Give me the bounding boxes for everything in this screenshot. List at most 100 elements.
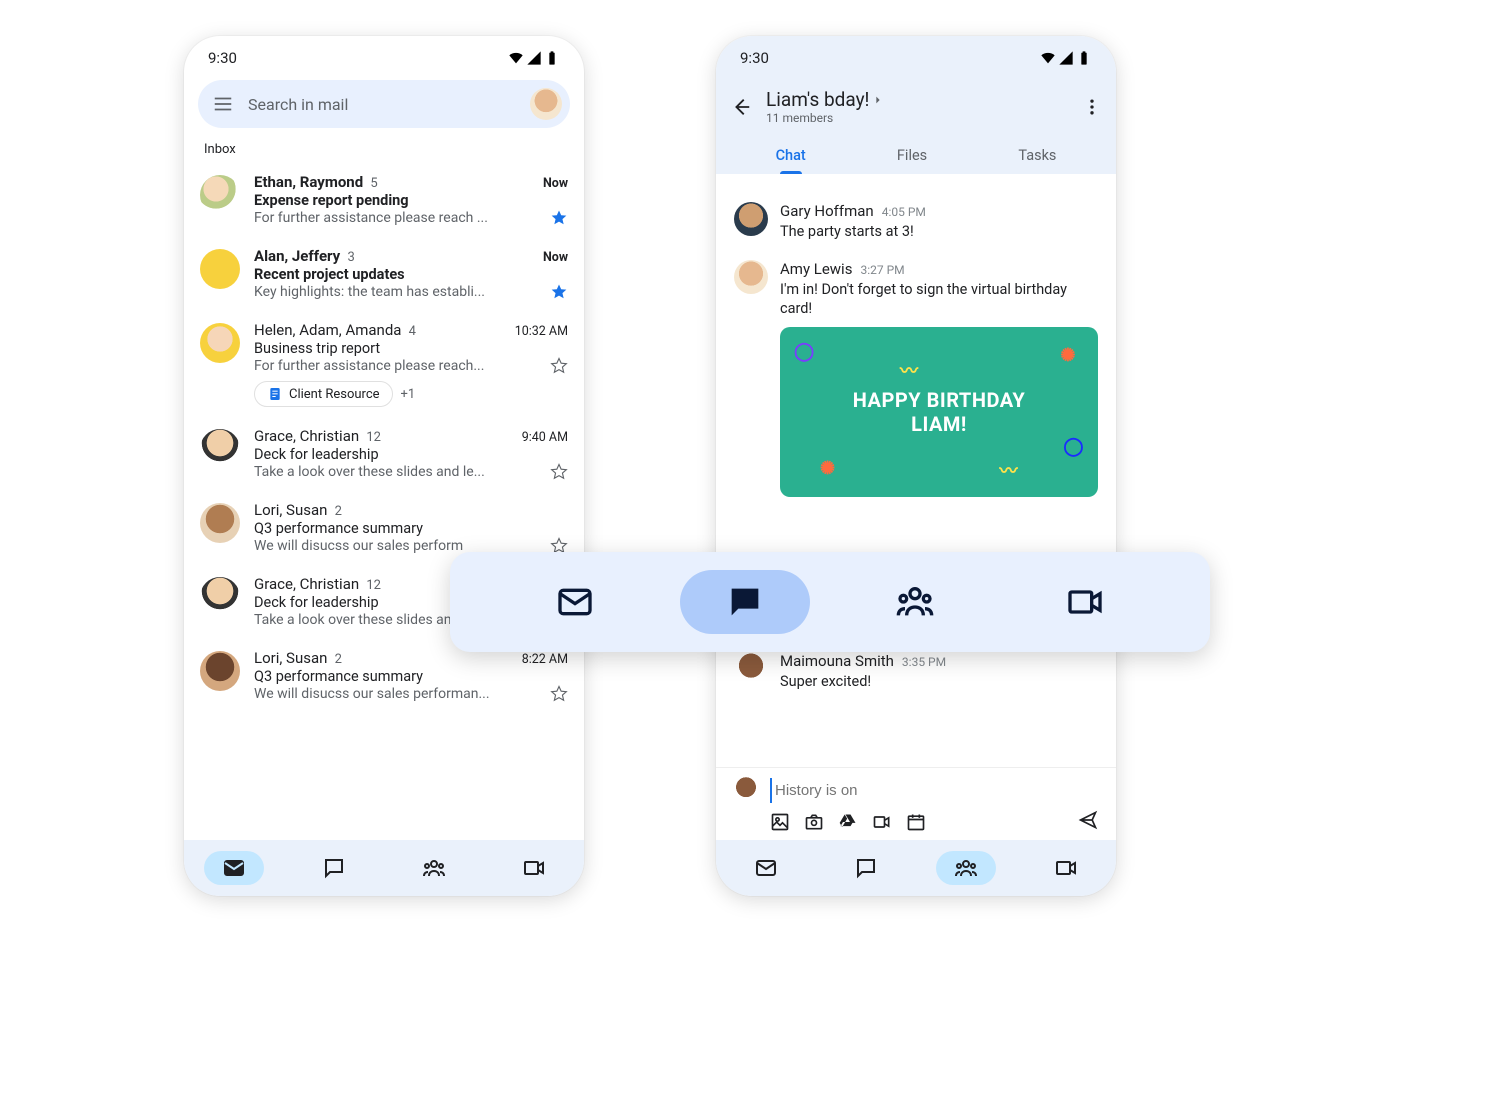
mail-subject: Q3 performance summary	[254, 668, 568, 685]
chat-header: Liam's bday! 11 members Chat Files Tasks	[716, 80, 1116, 174]
camera-icon[interactable]	[804, 812, 824, 832]
sender-avatar	[200, 503, 240, 543]
image-icon[interactable]	[770, 812, 790, 832]
sender-avatar	[200, 577, 240, 617]
video-icon	[1054, 856, 1078, 880]
mail-item[interactable]: Grace, Christian 12 9:40 AM Deck for lea…	[184, 417, 584, 491]
video-attach-icon[interactable]	[872, 812, 892, 832]
mail-snippet: We will disucss our sales performan...	[254, 686, 550, 702]
nav-mail[interactable]	[204, 851, 264, 885]
mail-subject: Q3 performance summary	[254, 520, 568, 537]
mail-subject: Recent project updates	[254, 266, 568, 283]
float-nav-chat[interactable]	[680, 570, 810, 634]
chat-message[interactable]: Gary Hoffman 4:05 PM The party starts at…	[734, 202, 1098, 242]
nav-meet[interactable]	[504, 851, 564, 885]
bottom-nav	[716, 840, 1116, 896]
float-nav-spaces[interactable]	[850, 570, 980, 634]
star-filled-icon[interactable]	[550, 209, 568, 227]
wifi-icon	[508, 50, 524, 66]
mail-senders: Lori, Susan 2	[254, 501, 342, 519]
tab-chat[interactable]: Chat	[772, 139, 810, 174]
chat-message[interactable]: Amy Lewis 3:27 PM I'm in! Don't forget t…	[734, 260, 1098, 497]
nav-chat[interactable]	[836, 851, 896, 885]
mail-senders: Ethan, Raymond 5	[254, 173, 378, 191]
message-avatar	[734, 202, 768, 236]
mail-icon	[754, 856, 778, 880]
account-avatar[interactable]	[530, 88, 562, 120]
inbox-list: Ethan, Raymond 5 Now Expense report pend…	[184, 163, 584, 840]
star-outline-icon[interactable]	[550, 357, 568, 375]
message-text: The party starts at 3!	[780, 222, 1098, 242]
attachment-chip[interactable]: Client Resource	[254, 381, 393, 407]
tab-tasks[interactable]: Tasks	[1014, 139, 1060, 174]
mail-snippet: Take a look over these slides and le...	[254, 464, 550, 480]
video-icon	[1065, 582, 1105, 622]
bottom-nav	[184, 840, 584, 896]
mail-time: Now	[543, 176, 568, 191]
send-button[interactable]	[1078, 810, 1098, 834]
mail-snippet: Key highlights: the team has establi...	[254, 284, 550, 300]
sender-avatar	[200, 323, 240, 363]
nav-spaces[interactable]	[404, 851, 464, 885]
mail-time: 8:22 AM	[522, 652, 568, 667]
message-sender: Amy Lewis	[780, 260, 852, 278]
birthday-card[interactable]: ◯ ✺ ✺ ◯ 〰 〰 HAPPY BIRTHDAYLIAM!	[780, 327, 1098, 497]
mail-icon	[222, 856, 246, 880]
wifi-icon	[1040, 50, 1056, 66]
docs-icon	[267, 386, 283, 402]
more-icon[interactable]	[1082, 97, 1102, 117]
nav-mail[interactable]	[736, 851, 796, 885]
chat-title-area[interactable]: Liam's bday! 11 members	[766, 88, 1068, 125]
sender-avatar	[200, 429, 240, 469]
sender-avatar	[200, 175, 240, 215]
video-icon	[522, 856, 546, 880]
chat-subtitle: 11 members	[766, 111, 1068, 125]
chat-message[interactable]: Maimouna Smith 3:35 PM Super excited!	[734, 652, 1098, 692]
menu-icon[interactable]	[212, 93, 234, 115]
back-icon[interactable]	[730, 96, 752, 118]
message-sender: Gary Hoffman	[780, 202, 874, 220]
nav-chat[interactable]	[304, 851, 364, 885]
status-time: 9:30	[740, 49, 769, 67]
mail-senders: Helen, Adam, Amanda 4	[254, 321, 416, 339]
star-outline-icon[interactable]	[550, 463, 568, 481]
attachment-more[interactable]: +1	[401, 387, 416, 402]
mail-senders: Grace, Christian 12	[254, 427, 381, 445]
people-icon	[954, 856, 978, 880]
mail-item[interactable]: Helen, Adam, Amanda 4 10:32 AM Business …	[184, 311, 584, 417]
chat-icon	[322, 856, 346, 880]
compose-input[interactable]	[770, 778, 1100, 803]
calendar-icon[interactable]	[906, 812, 926, 832]
chat-messages[interactable]: Gary Hoffman 4:05 PM The party starts at…	[716, 174, 1116, 767]
tab-files[interactable]: Files	[893, 139, 931, 174]
message-text: Super excited!	[780, 672, 1098, 692]
mail-subject: Business trip report	[254, 340, 568, 357]
composer	[716, 767, 1116, 840]
mail-subject: Deck for leadership	[254, 446, 568, 463]
mail-time: 9:40 AM	[522, 430, 568, 445]
message-time: 3:27 PM	[860, 263, 904, 277]
compose-avatar	[732, 776, 760, 804]
nav-meet[interactable]	[1036, 851, 1096, 885]
sender-avatar	[200, 249, 240, 289]
search-bar[interactable]: Search in mail	[198, 80, 570, 128]
mail-snippet: For further assistance please reach...	[254, 358, 550, 374]
status-icons	[508, 50, 560, 66]
star-outline-icon[interactable]	[550, 685, 568, 703]
tabs: Chat Files Tasks	[730, 133, 1102, 174]
nav-spaces[interactable]	[936, 851, 996, 885]
send-icon	[1078, 810, 1098, 830]
signal-icon	[526, 50, 542, 66]
mail-time: Now	[543, 250, 568, 265]
float-nav-mail[interactable]	[510, 570, 640, 634]
mail-subject: Expense report pending	[254, 192, 568, 209]
mail-item[interactable]: Ethan, Raymond 5 Now Expense report pend…	[184, 163, 584, 237]
drive-icon[interactable]	[838, 812, 858, 832]
star-filled-icon[interactable]	[550, 283, 568, 301]
mail-item[interactable]: Alan, Jeffery 3 Now Recent project updat…	[184, 237, 584, 311]
compose-tools	[770, 812, 926, 832]
message-text: I'm in! Don't forget to sign the virtual…	[780, 280, 1098, 319]
message-time: 4:05 PM	[882, 205, 926, 219]
float-nav-meet[interactable]	[1020, 570, 1150, 634]
message-sender: Maimouna Smith	[780, 652, 894, 670]
